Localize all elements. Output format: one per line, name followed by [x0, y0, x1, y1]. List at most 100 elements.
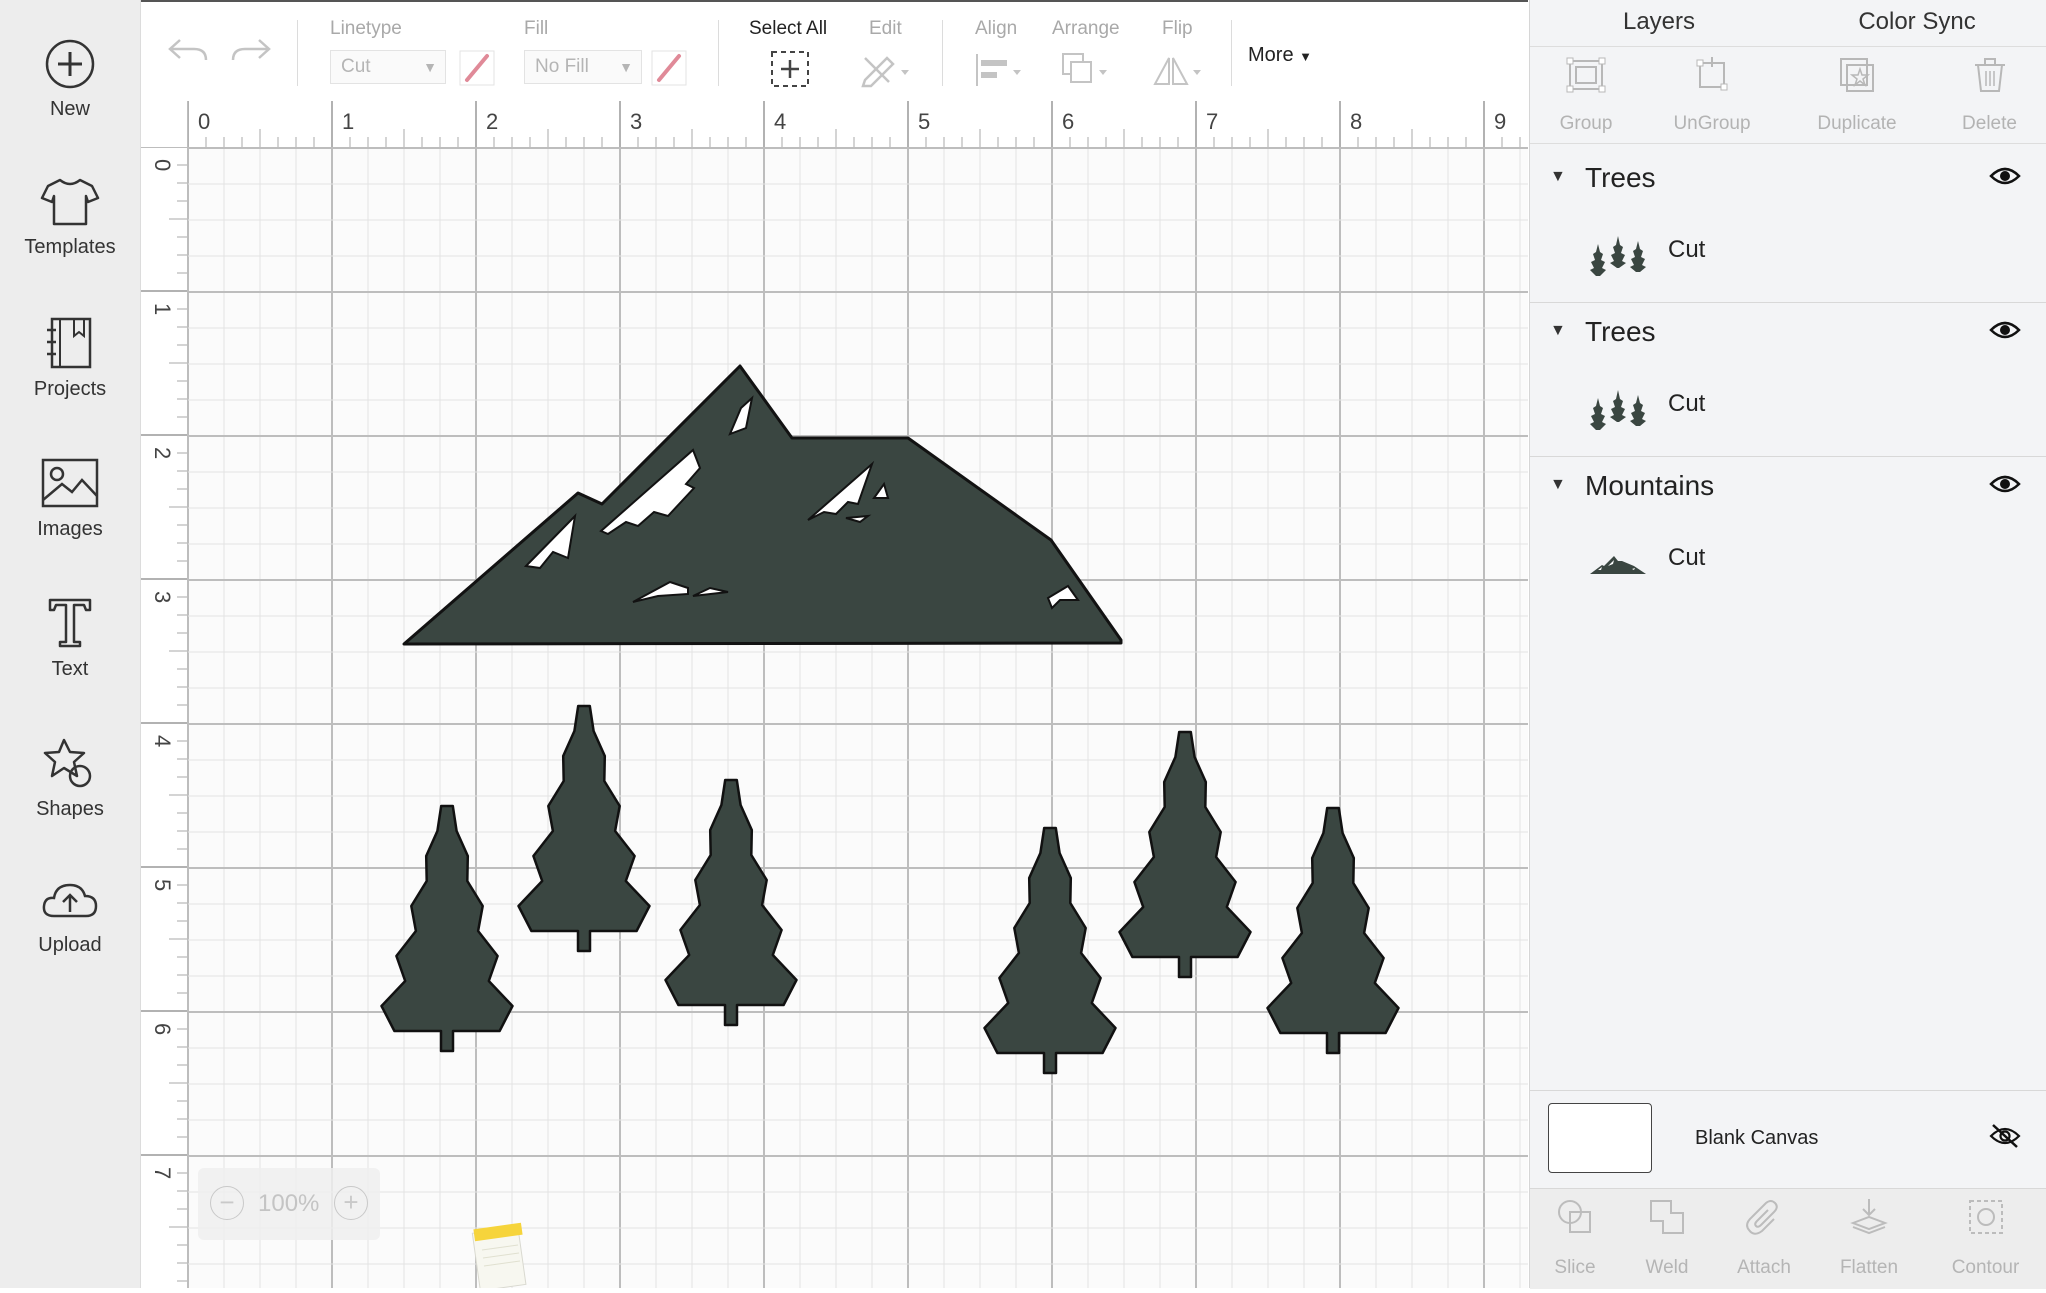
slice-icon — [1558, 1200, 1591, 1233]
layer-group-mountains[interactable]: ▼ Mountains — [1530, 458, 2046, 518]
zoom-level: 100% — [258, 1190, 320, 1217]
design-canvas[interactable] — [188, 148, 1528, 1288]
layer-name: Cut — [1668, 390, 1706, 417]
chevron-down-icon: ▼ — [619, 59, 633, 75]
ruler-left-ticks: 0 1 2 3 4 5 6 7 — [141, 146, 187, 1282]
blank-canvas-row[interactable]: Blank Canvas — [1530, 1090, 2046, 1189]
arrange-icon[interactable] — [1059, 50, 1115, 90]
ruler-y-label: 5 — [150, 879, 175, 891]
flip-icon[interactable] — [1151, 50, 1207, 90]
sidebar-item-label: Shapes — [36, 798, 104, 820]
trees-thumbnail — [1590, 236, 1646, 276]
ruler-x-label: 6 — [1062, 109, 1074, 134]
caret-down-icon[interactable]: ▼ — [1550, 476, 1566, 494]
align-label: Align — [975, 18, 1018, 39]
slice-button[interactable]: Slice — [1530, 1189, 1620, 1289]
eye-icon[interactable] — [1989, 318, 2021, 342]
layer-row[interactable]: Cut — [1530, 218, 2046, 286]
duplicate-label: Duplicate — [1817, 113, 1897, 134]
sidebar-item-shapes[interactable]: Shapes — [0, 726, 140, 846]
layer-group-trees-1[interactable]: ▼ Trees — [1530, 150, 2046, 210]
ungroup-button[interactable]: UnGroup — [1642, 47, 1782, 143]
sidebar-item-projects[interactable]: Projects — [0, 306, 140, 426]
linetype-select[interactable]: Cut ▼ — [330, 50, 446, 84]
flatten-icon — [1850, 1199, 1888, 1235]
tree-shape[interactable] — [664, 778, 798, 1027]
arrange-label: Arrange — [1052, 18, 1120, 39]
tab-color-sync[interactable]: Color Sync — [1788, 0, 2046, 46]
ruler-x-label: 1 — [342, 109, 354, 134]
contour-button[interactable]: Contour — [1924, 1189, 2046, 1289]
sidebar-item-label: Projects — [33, 378, 107, 400]
duplicate-button[interactable]: Duplicate — [1782, 47, 1932, 143]
layer-name: Cut — [1668, 236, 1706, 263]
fill-color-swatch[interactable] — [651, 50, 687, 86]
plus-circle-icon — [45, 39, 95, 89]
linetype-label: Linetype — [330, 18, 402, 39]
layer-tools-bar: Slice Weld Attach Flatten Contour — [1530, 1188, 2046, 1289]
tab-layers[interactable]: Layers — [1530, 0, 1788, 48]
layer-group-trees-2[interactable]: ▼ Trees — [1530, 304, 2046, 364]
more-label: More — [1248, 44, 1294, 66]
eye-icon[interactable] — [1989, 164, 2021, 188]
notebook-icon — [47, 317, 92, 369]
top-toolbar: Linetype Cut ▼ Fill No Fill ▼ Select All… — [141, 0, 1528, 103]
chevron-down-icon: ▼ — [423, 59, 437, 75]
ruler-y-label: 3 — [150, 591, 175, 603]
tree-shape[interactable] — [1118, 730, 1252, 979]
weld-button[interactable]: Weld — [1620, 1189, 1714, 1289]
contour-label: Contour — [1951, 1257, 2020, 1278]
sidebar-item-templates[interactable]: Templates — [0, 166, 140, 286]
undo-icon[interactable] — [166, 32, 210, 68]
zoom-in-button[interactable]: + — [334, 1186, 368, 1220]
tree-shape[interactable] — [983, 826, 1117, 1075]
group-name: Trees — [1585, 316, 1656, 347]
tree-shape[interactable] — [380, 804, 514, 1053]
linetype-color-swatch[interactable] — [459, 50, 495, 86]
select-all-icon[interactable] — [770, 50, 810, 88]
ruler-x-label: 4 — [774, 109, 786, 134]
ruler-y-label: 0 — [150, 159, 175, 171]
weld-icon — [1650, 1200, 1684, 1234]
tree-shape[interactable] — [517, 704, 651, 953]
sidebar-item-images[interactable]: Images — [0, 446, 140, 566]
group-name: Mountains — [1585, 470, 1715, 501]
zoom-out-button[interactable]: − — [210, 1186, 244, 1220]
layer-row[interactable]: Cut — [1530, 526, 2046, 594]
trees-thumbnail — [1590, 390, 1646, 430]
tree-shape[interactable] — [1266, 806, 1400, 1055]
group-button[interactable]: Group — [1530, 47, 1642, 143]
fill-select[interactable]: No Fill ▼ — [524, 50, 642, 84]
ruler-left: 0 1 2 3 4 5 6 7 — [141, 146, 188, 1288]
mountains-thumbnail — [1590, 556, 1646, 574]
edit-icon[interactable] — [859, 50, 915, 88]
ruler-y-label: 7 — [150, 1167, 175, 1179]
layer-row[interactable]: Cut — [1530, 372, 2046, 440]
duplicate-icon — [1840, 58, 1874, 92]
sidebar-item-upload[interactable]: Upload — [0, 866, 140, 986]
redo-icon[interactable] — [229, 32, 273, 68]
text-t-icon — [48, 598, 92, 648]
notes-icon[interactable] — [468, 1220, 530, 1288]
sidebar-item-label: New — [49, 98, 90, 120]
more-menu[interactable]: More ▼ — [1248, 44, 1312, 67]
fill-label: Fill — [524, 18, 549, 39]
attach-button[interactable]: Attach — [1714, 1189, 1814, 1289]
eye-icon[interactable] — [1989, 472, 2021, 496]
caret-down-icon[interactable]: ▼ — [1550, 322, 1566, 340]
sidebar-item-label: Text — [51, 658, 89, 680]
sidebar-item-text[interactable]: Text — [0, 586, 140, 706]
flatten-button[interactable]: Flatten — [1814, 1189, 1924, 1289]
sidebar-item-new[interactable]: New — [0, 28, 140, 148]
canvas-swatch[interactable] — [1548, 1103, 1652, 1173]
align-icon[interactable] — [973, 52, 1025, 88]
sidebar-item-label: Images — [37, 518, 103, 540]
delete-button[interactable]: Delete — [1932, 47, 2046, 143]
eye-slash-icon[interactable] — [1989, 1123, 2021, 1149]
paperclip-icon — [1746, 1200, 1778, 1235]
attach-label: Attach — [1737, 1257, 1791, 1278]
group-name: Trees — [1585, 162, 1656, 193]
ruler-top-ticks: 0 1 2 3 4 5 6 7 8 9 — [187, 101, 1611, 147]
caret-down-icon[interactable]: ▼ — [1550, 168, 1566, 186]
trees-artwork — [380, 704, 1400, 1075]
